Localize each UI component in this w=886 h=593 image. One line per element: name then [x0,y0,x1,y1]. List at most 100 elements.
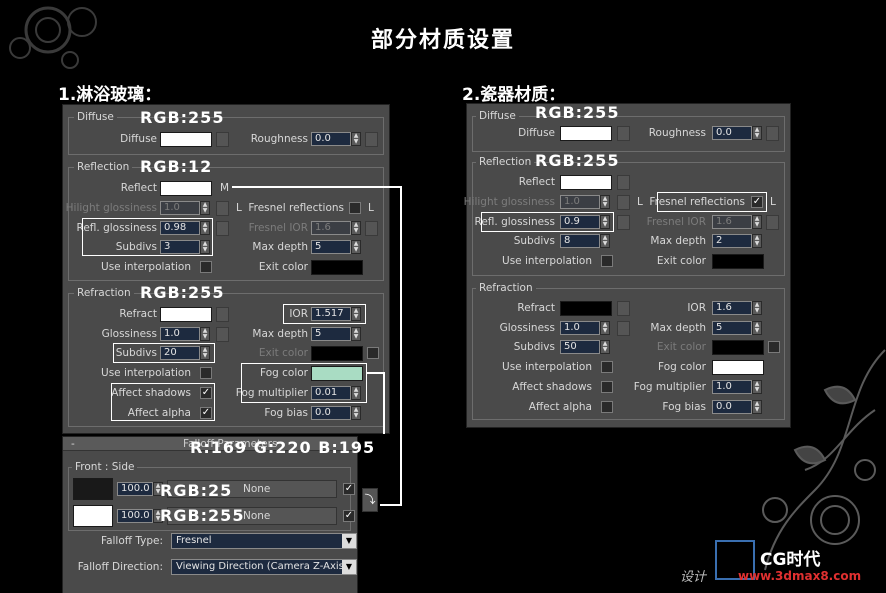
p-refr-max-depth-input[interactable]: 5 [712,321,752,335]
falloff-collapse-icon[interactable]: - [71,437,75,451]
falloff-map2-checkbox[interactable]: ✓ [343,510,355,522]
p-fresnel-lock-button[interactable]: L [770,195,776,209]
hilight-lock-button[interactable]: L [236,201,242,215]
roughness-map-button[interactable] [365,132,378,147]
falloff-color1-swatch[interactable] [73,478,113,500]
fresnel-lock-button[interactable]: L [368,201,374,215]
p-hilight-lock-button[interactable]: L [637,195,643,209]
p-exit-color-label: Exit color [656,255,706,267]
roughness-spinner[interactable]: ▲ ▼ [351,132,361,146]
hilight-glossiness-input[interactable]: 1.0 [160,201,200,215]
p-ior-label: IOR [687,302,706,314]
p-diffuse-map-button[interactable] [617,126,630,141]
refr-exit-checkbox[interactable] [367,347,379,359]
falloff-map1-label: None [243,483,271,495]
p-fog-color-swatch[interactable] [712,360,764,375]
p-refr-subdivs-input[interactable]: 50 [560,340,600,354]
exit-color-swatch[interactable] [311,260,363,275]
fresnel-ior-spinner[interactable]: ▲ ▼ [351,221,361,235]
p-hilight-spinner[interactable]: ▲ ▼ [600,195,610,209]
falloff-direction-dropdown[interactable]: Viewing Direction (Camera Z-Axis) ▼ [171,559,357,575]
p-max-depth-input[interactable]: 2 [712,234,752,248]
p-fog-multiplier-spinner[interactable]: ▲ ▼ [752,380,762,394]
p-hilight-map-button[interactable] [617,195,630,210]
p-refr-exit-color-swatch[interactable] [712,340,764,355]
fog-bias-spinner[interactable]: ▲ ▼ [351,406,361,420]
p-affect-alpha-checkbox[interactable] [601,401,613,413]
p-ior-spinner[interactable]: ▲ ▼ [752,301,762,315]
p-glossiness-spinner[interactable]: ▲ ▼ [600,321,610,335]
falloff-color2-swatch[interactable] [73,505,113,527]
swap-arrow-icon[interactable]: ⤵ [362,488,378,512]
hilight-map-button[interactable] [216,201,229,216]
glossiness-map-button[interactable] [216,327,229,342]
refr-max-depth-spinner[interactable]: ▲ ▼ [351,327,361,341]
p-fog-bias-input[interactable]: 0.0 [712,400,752,414]
refr-use-interpolation-checkbox[interactable] [200,367,212,379]
p-subdivs-spinner[interactable]: ▲ ▼ [600,234,610,248]
p-hilight-input[interactable]: 1.0 [560,195,600,209]
p-refr-use-interpolation-checkbox[interactable] [601,361,613,373]
hilight-glossiness-spinner[interactable]: ▲ ▼ [200,201,210,215]
p-glossiness-input[interactable]: 1.0 [560,321,600,335]
p-roughness-map-button[interactable] [766,126,779,141]
fresnel-checkbox[interactable] [349,202,361,214]
p-refract-map-button[interactable] [617,301,630,316]
glossiness-spinner[interactable]: ▲ ▼ [200,327,210,341]
fog-connector-line-v [383,372,385,434]
p-refr-max-depth-spinner[interactable]: ▲ ▼ [752,321,762,335]
refr-exit-color-swatch[interactable] [311,346,363,361]
p-roughness-label: Roughness [648,127,706,139]
fresnel-ior-map-button[interactable] [365,221,378,236]
diffuse-swatch[interactable] [160,132,212,147]
refr-use-interpolation-label: Use interpolation [101,367,191,379]
p-max-depth-spinner[interactable]: ▲ ▼ [752,234,762,248]
p-use-interpolation-label: Use interpolation [502,255,592,267]
p-fresnel-ior-input[interactable]: 1.6 [712,215,752,229]
glass-fog-annotation: R:169 G:220 B:195 [190,438,376,457]
falloff-amount1-input[interactable]: 100.0 [117,482,153,496]
p-use-interpolation-checkbox[interactable] [601,255,613,267]
p-refr-subdivs-spinner[interactable]: ▲ ▼ [600,340,610,354]
fog-bias-input[interactable]: 0.0 [311,406,351,420]
p-fog-multiplier-input[interactable]: 1.0 [712,380,752,394]
p-fresnel-ior-map-button[interactable] [766,215,779,230]
reflect-map-button[interactable]: M [220,181,229,195]
glossiness-input[interactable]: 1.0 [160,327,200,341]
reflect-label: Reflect [120,182,157,194]
p-refract-swatch[interactable] [560,301,612,316]
falloff-map1-checkbox[interactable]: ✓ [343,483,355,495]
refl-gloss-map-button[interactable] [216,221,229,236]
p-glossiness-map-button[interactable] [617,321,630,336]
decorative-circles [9,6,97,69]
p-fog-bias-spinner[interactable]: ▲ ▼ [752,400,762,414]
chevron-down-icon: ▼ [342,560,356,574]
p-max-depth-label: Max depth [650,235,706,247]
max-depth-spinner[interactable]: ▲ ▼ [351,240,361,254]
falloff-type-dropdown[interactable]: Fresnel ▼ [171,533,357,549]
p-refl-gloss-map-button[interactable] [617,215,630,230]
p-roughness-input[interactable]: 0.0 [712,126,752,140]
reflect-swatch[interactable] [160,181,212,196]
use-interpolation-checkbox[interactable] [200,261,212,273]
diffuse-map-button[interactable] [216,132,229,147]
p-diffuse-swatch[interactable] [560,126,612,141]
p-ior-input[interactable]: 1.6 [712,301,752,315]
max-depth-input[interactable]: 5 [311,240,351,254]
refr-exit-color-label: Exit color [258,347,308,359]
glass-material-panel: Diffuse Diffuse Roughness 0.0 ▲ ▼ Reflect… [62,104,390,434]
p-affect-shadows-checkbox[interactable] [601,381,613,393]
refract-swatch[interactable] [160,307,212,322]
p-subdivs-input[interactable]: 8 [560,234,600,248]
refract-map-button[interactable] [216,307,229,322]
falloff-amount2-input[interactable]: 100.0 [117,509,153,523]
fresnel-ior-input[interactable]: 1.6 [311,221,351,235]
p-exit-color-swatch[interactable] [712,254,764,269]
p-refr-exit-checkbox[interactable] [768,341,780,353]
p-roughness-spinner[interactable]: ▲ ▼ [752,126,762,140]
p-fresnel-ior-spinner[interactable]: ▲ ▼ [752,215,762,229]
p-reflect-map-button[interactable] [617,175,630,190]
roughness-input[interactable]: 0.0 [311,132,351,146]
p-reflect-swatch[interactable] [560,175,612,190]
refr-max-depth-input[interactable]: 5 [311,327,351,341]
